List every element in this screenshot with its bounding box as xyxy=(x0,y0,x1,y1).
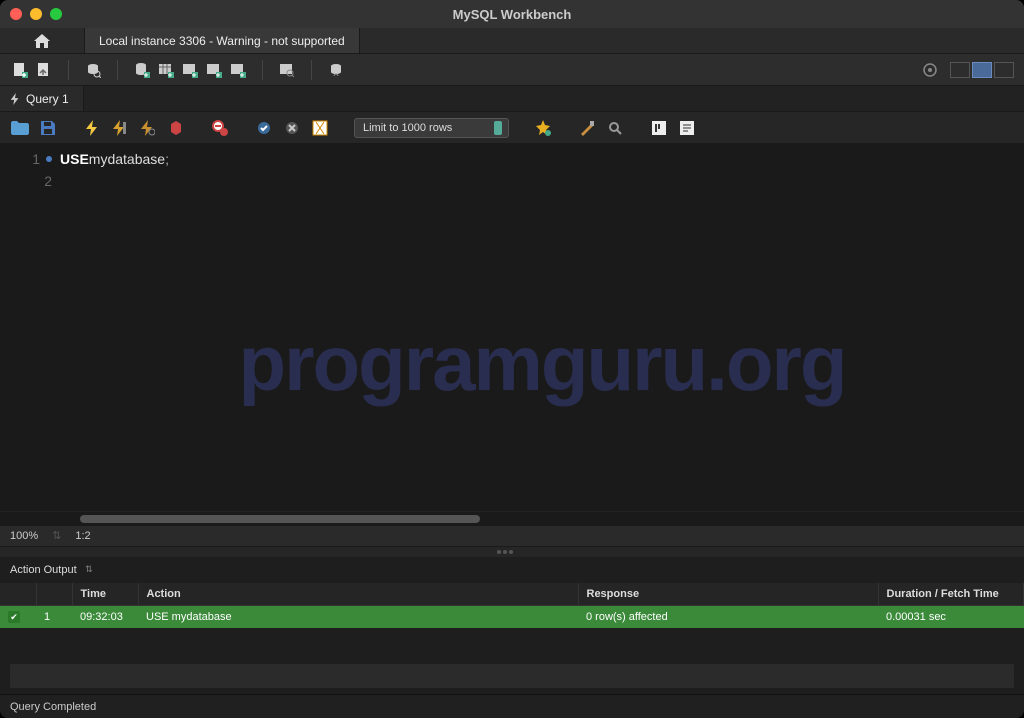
cursor-position: 1:2 xyxy=(75,530,90,542)
editor-code[interactable]: programguru.org USE mydatabase; xyxy=(60,144,1024,511)
output-table: Time Action Response Duration / Fetch Ti… xyxy=(0,583,1024,629)
code-line[interactable] xyxy=(60,170,1024,192)
window-title: MySQL Workbench xyxy=(453,7,572,22)
gutter-line: 2 xyxy=(4,170,52,192)
new-procedure-button[interactable] xyxy=(204,60,224,80)
zoom-level[interactable]: 100% xyxy=(10,530,38,542)
layout-left-panel-button[interactable] xyxy=(950,62,970,78)
maximize-window-button[interactable] xyxy=(50,8,62,20)
home-tab[interactable] xyxy=(0,28,85,53)
lightning-icon xyxy=(10,93,20,105)
execute-current-button[interactable] xyxy=(110,118,130,138)
output-panel: Action Output Time Action Response Durat… xyxy=(0,557,1024,695)
open-sql-file-button[interactable] xyxy=(34,60,54,80)
commit-button[interactable] xyxy=(254,118,274,138)
output-row[interactable]: ✔ 109:32:03USE mydatabase0 row(s) affecte… xyxy=(0,605,1024,628)
settings-button[interactable] xyxy=(920,60,940,80)
query-tab-label: Query 1 xyxy=(26,92,69,106)
reconnect-button[interactable] xyxy=(326,60,346,80)
new-schema-button[interactable] xyxy=(132,60,152,80)
traffic-lights xyxy=(10,8,62,20)
close-window-button[interactable] xyxy=(10,8,22,20)
connection-tab[interactable]: Local instance 3306 - Warning - not supp… xyxy=(85,28,360,53)
new-table-button[interactable] xyxy=(156,60,176,80)
layout-buttons xyxy=(950,62,1014,78)
wrap-button[interactable] xyxy=(649,118,669,138)
output-header: Action Output xyxy=(0,557,1024,583)
output-row-action: USE mydatabase xyxy=(138,605,578,628)
new-sql-tab-button[interactable] xyxy=(10,60,30,80)
output-col-response[interactable]: Response xyxy=(578,583,878,606)
minimize-window-button[interactable] xyxy=(30,8,42,20)
new-function-button[interactable] xyxy=(228,60,248,80)
editor-horizontal-scrollbar[interactable] xyxy=(0,511,1024,525)
output-col-duration[interactable]: Duration / Fetch Time xyxy=(878,583,1024,606)
connection-tab-label: Local instance 3306 - Warning - not supp… xyxy=(99,34,345,48)
stop-button[interactable] xyxy=(166,118,186,138)
layout-right-panel-button[interactable] xyxy=(994,62,1014,78)
save-file-button[interactable] xyxy=(38,118,58,138)
inspector-button[interactable] xyxy=(83,60,103,80)
find-button[interactable] xyxy=(577,118,597,138)
execute-button[interactable] xyxy=(82,118,102,138)
sql-editor[interactable]: 12 programguru.org USE mydatabase; xyxy=(0,144,1024,511)
autocommit-toggle-button[interactable] xyxy=(310,118,330,138)
output-row-time: 09:32:03 xyxy=(72,605,138,628)
bottom-status-bar: Query Completed xyxy=(0,694,1024,718)
panel-splitter[interactable] xyxy=(0,547,1024,557)
explain-button[interactable] xyxy=(138,118,158,138)
gutter-line: 1 xyxy=(4,148,52,170)
snippets-button[interactable] xyxy=(677,118,697,138)
layout-bottom-panel-button[interactable] xyxy=(972,62,992,78)
output-row-duration: 0.00031 sec xyxy=(878,605,1024,628)
connection-tab-bar: Local instance 3306 - Warning - not supp… xyxy=(0,28,1024,54)
new-view-button[interactable] xyxy=(180,60,200,80)
output-row-response: 0 row(s) affected xyxy=(578,605,878,628)
output-type-dropdown[interactable]: Action Output xyxy=(6,562,95,578)
output-empty-area xyxy=(10,664,1014,688)
search-table-data-button[interactable] xyxy=(277,60,297,80)
query-tab[interactable]: Query 1 xyxy=(0,86,84,111)
open-file-button[interactable] xyxy=(10,118,30,138)
output-type-label: Action Output xyxy=(10,564,77,576)
beautify-button[interactable] xyxy=(533,118,553,138)
row-limit-label: Limit to 1000 rows xyxy=(363,122,452,134)
stop-query-button[interactable] xyxy=(210,118,230,138)
query-tab-bar: Query 1 xyxy=(0,86,1024,112)
watermark: programguru.org xyxy=(239,318,846,409)
scrollbar-thumb[interactable] xyxy=(80,515,480,523)
row-limit-dropdown[interactable]: Limit to 1000 rows xyxy=(354,118,509,138)
editor-gutter: 12 xyxy=(0,144,60,511)
editor-status-bar: 100% ⇅ 1:2 xyxy=(0,525,1024,547)
editor-toolbar: Limit to 1000 rows xyxy=(0,112,1024,144)
output-col-num[interactable] xyxy=(36,583,72,606)
success-icon: ✔ xyxy=(8,611,20,623)
invisible-chars-button[interactable] xyxy=(605,118,625,138)
output-col-action[interactable]: Action xyxy=(138,583,578,606)
output-row-num: 1 xyxy=(36,605,72,628)
output-col-time[interactable]: Time xyxy=(72,583,138,606)
home-icon xyxy=(34,34,50,48)
output-col-status[interactable] xyxy=(0,583,36,606)
rollback-button[interactable] xyxy=(282,118,302,138)
main-toolbar xyxy=(0,54,1024,86)
active-line-dot-icon xyxy=(46,156,52,162)
status-message: Query Completed xyxy=(10,701,96,713)
titlebar: MySQL Workbench xyxy=(0,0,1024,28)
status-separator: ⇅ xyxy=(52,529,61,542)
code-line[interactable]: USE mydatabase; xyxy=(60,148,1024,170)
